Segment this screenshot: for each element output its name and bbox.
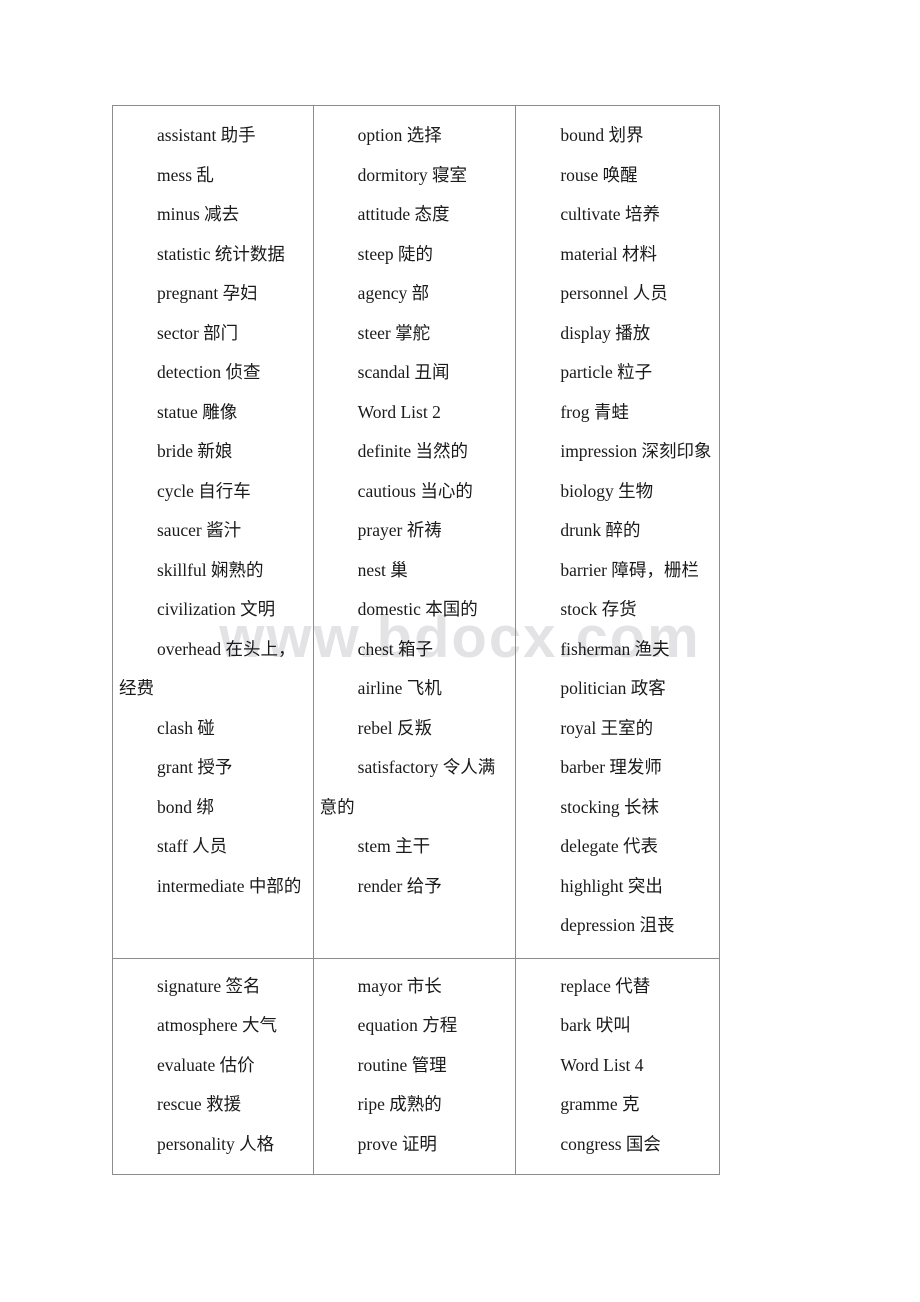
vocabulary-entry: routine 管理: [357, 1054, 447, 1075]
cell-content-r1c0: signature 签名 atmosphere 大气 evaluate 估价 resc…: [113, 959, 313, 1175]
vocabulary-entry: rescue 救援: [157, 1094, 242, 1114]
vocabulary-entry: gramme 克: [560, 1094, 640, 1114]
vocabulary-entry: fisherman 渔夫: [560, 638, 670, 659]
vocabulary-entry: scandal 丑闻: [357, 362, 450, 382]
table-cell-r0c0: assistant 助手 mess 乱 minus 减去 statistic 统计数据…: [112, 105, 314, 959]
vocabulary-entry: airline 飞机: [357, 678, 442, 698]
vocabulary-entry: stem 主干: [357, 836, 431, 856]
vocabulary-entry: domestic 本国的: [357, 599, 478, 619]
vocabulary-entry: depression 沮丧: [560, 915, 675, 935]
vocabulary-entry: minus 减去: [157, 204, 240, 224]
vocabulary-entry: barrier 障碍，栅栏: [560, 559, 699, 580]
table-cell-r1c0: signature 签名 atmosphere 大气 evaluate 估价 resc…: [112, 957, 314, 1175]
vocabulary-entry: steep 陡的: [357, 243, 434, 264]
vocabulary-entry: prove 证明: [357, 1133, 437, 1154]
vocabulary-entry: grant 授予: [157, 757, 233, 777]
document-page: www.bdocx.com assistant 助手 mess 乱 minus 减去…: [0, 0, 920, 1302]
vocabulary-entry: personality 人格: [157, 1133, 275, 1154]
vocabulary-entry: steer 掌舵: [357, 322, 431, 343]
vocabulary-entry: mayor 市长: [357, 975, 442, 996]
vocabulary-entry: congress 国会: [560, 1133, 661, 1154]
vocabulary-entry: definite 当然的: [357, 441, 468, 461]
table-cell-r1c2: replace 代替 bark 吠叫 Word List 4 gramme 克 cong…: [515, 957, 720, 1175]
vocabulary-entry: drunk 醉的: [560, 520, 641, 540]
table-cell-r1c1: mayor 市长 equation 方程 routine 管理 ripe 成熟的 pro…: [312, 957, 517, 1175]
table-row: signature 签名 atmosphere 大气 evaluate 估价 resc…: [112, 957, 720, 1175]
vocabulary-entry: chest 箱子: [357, 638, 434, 659]
vocabulary-entry: attitude 态度: [357, 204, 450, 224]
vocabulary-entry: material 材料: [560, 243, 658, 264]
vocabulary-entry: nest 巢: [357, 559, 408, 580]
vocabulary-entry: cultivate 培养: [560, 204, 660, 224]
vocabulary-entry: overhead 在头上，经费: [119, 638, 296, 699]
table-cell-r0c1: option 选择 dormitory 寝室 attitude 态度 steep 陡的…: [312, 105, 517, 959]
vocabulary-table: assistant 助手 mess 乱 minus 减去 statistic 统计数据…: [112, 105, 720, 1175]
vocabulary-entry: personnel 人员: [560, 283, 668, 303]
vocabulary-entry: detection 侦查: [157, 362, 261, 382]
cell-content-r0c1: option 选择 dormitory 寝室 attitude 态度 steep 陡的…: [314, 106, 516, 918]
vocabulary-entry: particle 粒子: [560, 362, 653, 382]
vocabulary-entry: statue 雕像: [157, 401, 238, 422]
vocabulary-entry: intermediate 中部的: [157, 875, 302, 896]
vocabulary-entry: display 播放: [560, 322, 651, 343]
vocabulary-entry: bound 划界: [560, 125, 644, 145]
vocabulary-entry: satisfactory 令人满意的: [319, 757, 496, 817]
vocabulary-entry: cycle 自行车: [157, 480, 251, 501]
vocabulary-entry: royal 王室的: [560, 717, 654, 738]
vocabulary-entry: cautious 当心的: [357, 480, 473, 501]
vocabulary-entry: frog 青蛙: [560, 401, 629, 422]
vocabulary-entry: statistic 统计数据: [157, 243, 285, 264]
vocabulary-entry: signature 签名: [157, 975, 261, 996]
vocabulary-entry: Word List 4: [560, 1054, 644, 1075]
cell-content-r1c2: replace 代替 bark 吠叫 Word List 4 gramme 克 cong…: [516, 959, 719, 1175]
vocabulary-entry: impression 深刻印象: [560, 441, 712, 461]
vocabulary-entry: bond 绑: [157, 796, 214, 817]
vocabulary-entry: politician 政客: [560, 678, 666, 698]
vocabulary-entry: rouse 唤醒: [560, 164, 638, 185]
vocabulary-entry: agency 部: [357, 283, 430, 303]
table-cell-r0c2: bound 划界 rouse 唤醒 cultivate 培养 material 材料 p…: [515, 105, 720, 959]
vocabulary-entry: option 选择: [357, 125, 442, 145]
vocabulary-entry: replace 代替: [560, 975, 651, 996]
vocabulary-entry: dormitory 寝室: [357, 164, 468, 185]
vocabulary-entry: render 给予: [357, 875, 442, 896]
vocabulary-entry: skillful 娴熟的: [157, 559, 264, 580]
vocabulary-entry: bride 新娘: [157, 441, 233, 461]
vocabulary-entry: saucer 酱汁: [157, 520, 242, 540]
vocabulary-entry: staff 人员: [157, 836, 228, 856]
table-row: assistant 助手 mess 乱 minus 减去 statistic 统计数据…: [112, 105, 720, 959]
vocabulary-entry: bark 吠叫: [560, 1015, 631, 1035]
vocabulary-entry: clash 碰: [157, 717, 215, 738]
vocabulary-entry: highlight 突出: [560, 875, 663, 896]
vocabulary-entry: stock 存货: [560, 599, 637, 619]
vocabulary-entry: barber 理发师: [560, 757, 662, 777]
vocabulary-entry: ripe 成熟的: [357, 1094, 442, 1114]
vocabulary-entry: assistant 助手: [157, 125, 256, 145]
vocabulary-entry: rebel 反叛: [357, 717, 433, 738]
vocabulary-entry: Word List 2: [357, 401, 441, 422]
vocabulary-entry: pregnant 孕妇: [157, 283, 258, 303]
cell-content-r0c0: assistant 助手 mess 乱 minus 减去 statistic 统计数据…: [113, 106, 313, 918]
vocabulary-entry: mess 乱: [157, 164, 214, 185]
vocabulary-entry: equation 方程: [357, 1015, 458, 1035]
cell-content-r1c1: mayor 市长 equation 方程 routine 管理 ripe 成熟的 pro…: [314, 959, 516, 1175]
vocabulary-entry: civilization 文明: [157, 599, 276, 619]
vocabulary-entry: delegate 代表: [560, 836, 658, 856]
vocabulary-entry: atmosphere 大气: [157, 1015, 278, 1035]
vocabulary-entry: sector 部门: [157, 322, 239, 343]
vocabulary-entry: prayer 祈祷: [357, 520, 442, 540]
vocabulary-entry: stocking 长袜: [560, 796, 660, 817]
vocabulary-entry: evaluate 估价: [157, 1054, 255, 1075]
vocabulary-entry: biology 生物: [560, 480, 654, 501]
cell-content-r0c2: bound 划界 rouse 唤醒 cultivate 培养 material 材料 p…: [516, 106, 719, 958]
